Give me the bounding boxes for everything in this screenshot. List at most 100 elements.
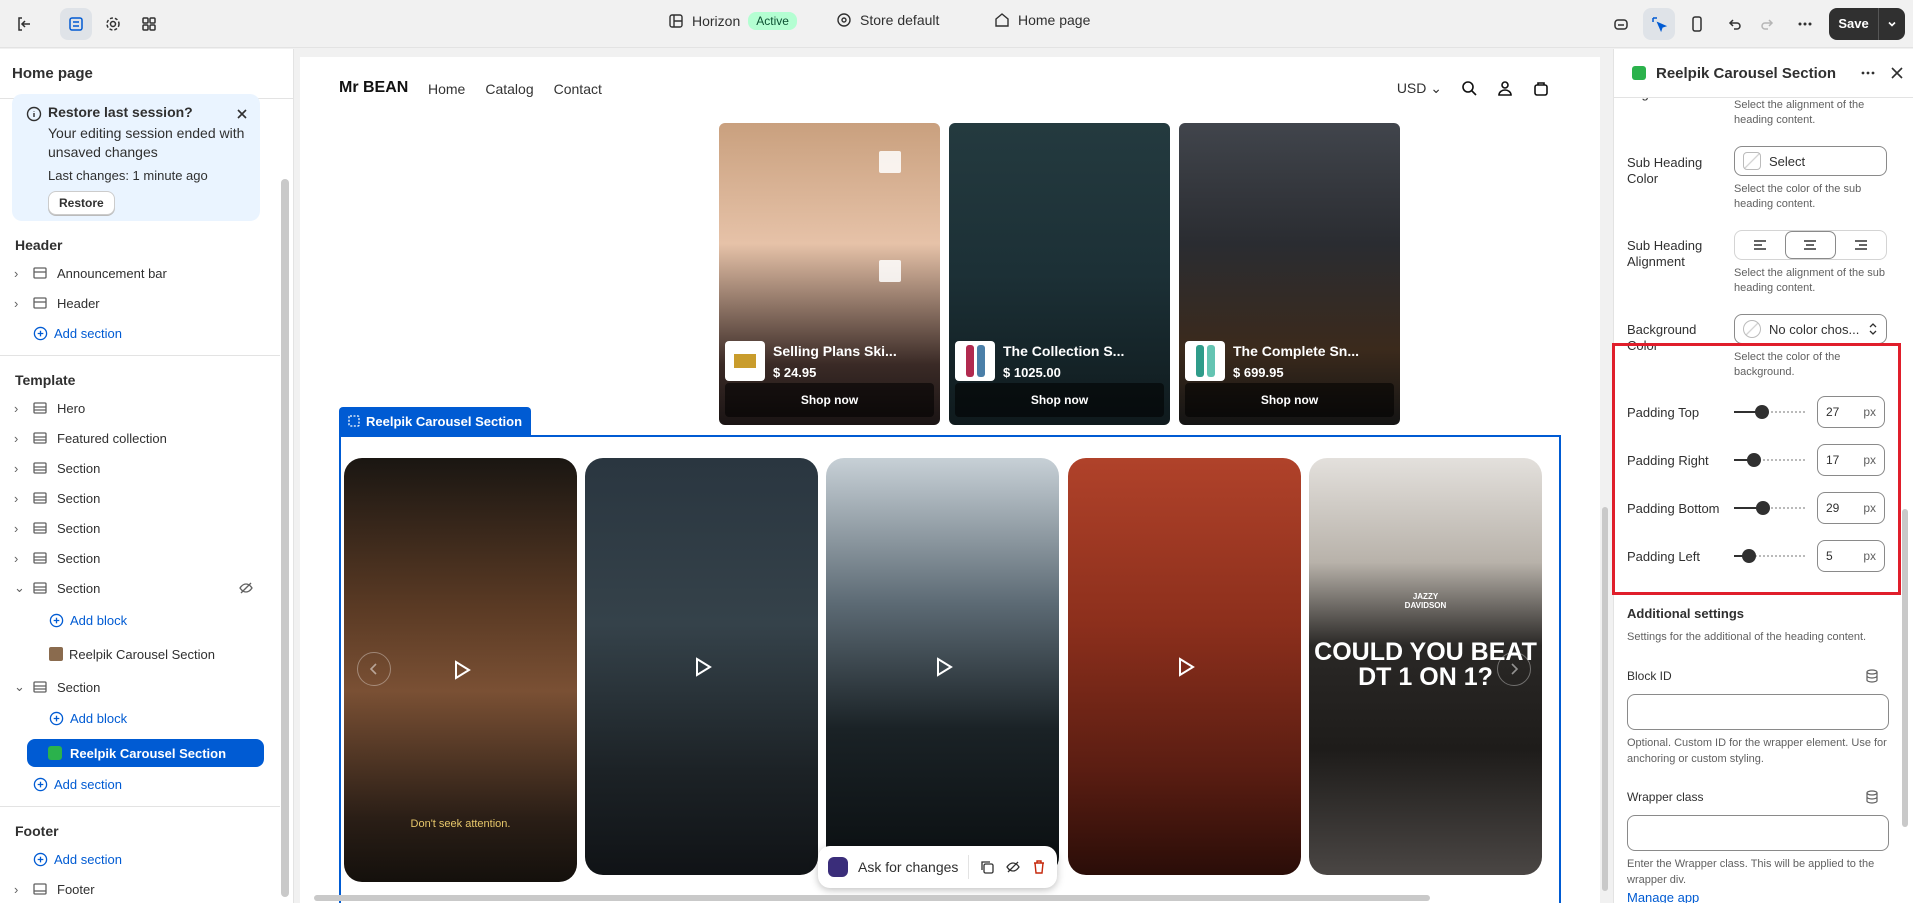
delete-trash-icon[interactable]	[1031, 859, 1047, 875]
save-button[interactable]: Save	[1829, 8, 1905, 40]
settings-gear-icon[interactable]	[97, 8, 129, 40]
add-section-label: Add section	[54, 776, 122, 792]
sidebar-item-section[interactable]: › Section	[0, 514, 280, 542]
add-section-button[interactable]: Add section	[0, 845, 280, 873]
restore-button[interactable]: Restore	[48, 191, 115, 215]
close-icon[interactable]	[234, 106, 250, 122]
product-price: $ 1025.00	[1003, 364, 1061, 380]
product-info: The Collection S... $ 1025.00	[955, 341, 1124, 381]
sidebar-item-header[interactable]: › Header	[0, 289, 280, 317]
play-icon[interactable]	[690, 655, 714, 679]
play-icon[interactable]	[931, 655, 955, 679]
sidebar-scrollbar[interactable]	[281, 119, 289, 899]
add-block-button[interactable]: Add block	[0, 704, 280, 732]
chevron-down-icon[interactable]	[1879, 18, 1905, 30]
preview-vertical-scrollbar[interactable]	[1600, 57, 1612, 893]
chevron-right-icon[interactable]: ›	[14, 401, 28, 416]
account-icon[interactable]	[1496, 79, 1514, 97]
chevron-right-icon[interactable]: ›	[14, 521, 28, 536]
nav-catalog[interactable]: Catalog	[485, 81, 533, 97]
chevron-right-icon[interactable]: ›	[14, 431, 28, 446]
sidebar-item-footer[interactable]: › Footer	[0, 875, 280, 903]
ask-for-changes-button[interactable]: Ask for changes	[858, 859, 958, 875]
select-cursor-icon[interactable]	[1643, 8, 1675, 40]
nav-contact[interactable]: Contact	[554, 81, 602, 97]
sidebar-item-section-expanded[interactable]: ⌄ Section	[0, 673, 280, 701]
product-video-card[interactable]: The Complete Sn... $ 699.95 Shop now	[1179, 123, 1400, 425]
align-left-button[interactable]	[1735, 231, 1785, 259]
more-menu-icon[interactable]	[1860, 65, 1876, 81]
block-id-input[interactable]	[1627, 694, 1889, 730]
chevron-right-icon[interactable]: ›	[14, 882, 28, 897]
store-selector[interactable]: Store default	[836, 12, 939, 28]
preview-horizontal-scrollbar[interactable]	[300, 893, 1600, 903]
cart-icon[interactable]	[1532, 79, 1550, 97]
align-right-button[interactable]	[1836, 231, 1886, 259]
align-center-button[interactable]	[1785, 231, 1836, 259]
chevron-down-icon[interactable]: ⌄	[14, 580, 28, 596]
search-icon[interactable]	[1460, 79, 1478, 97]
store-logo[interactable]: Mr BEAN	[339, 79, 408, 97]
product-video-card[interactable]: The Collection S... $ 1025.00 Shop now	[949, 123, 1170, 425]
reel-caption: Don't seek attention.	[410, 818, 511, 830]
sections-icon[interactable]	[60, 8, 92, 40]
manage-app-link[interactable]: Manage app	[1627, 890, 1699, 903]
subheading-color-picker[interactable]: Select	[1734, 146, 1887, 176]
sidebar-item-featured-collection[interactable]: › Featured collection	[0, 424, 280, 452]
dynamic-source-icon[interactable]	[1865, 790, 1879, 804]
sidebar-item-hero[interactable]: › Hero	[0, 394, 280, 422]
undo-icon[interactable]	[1719, 8, 1751, 40]
carousel-next-arrow[interactable]	[1497, 652, 1531, 686]
nav-home[interactable]: Home	[428, 81, 465, 97]
apps-icon[interactable]	[133, 8, 165, 40]
chevron-right-icon[interactable]: ›	[14, 266, 28, 281]
chevron-down-icon[interactable]: ⌄	[14, 679, 28, 695]
add-block-button[interactable]: Add block	[0, 606, 280, 634]
selected-section-tab[interactable]: Reelpik Carousel Section	[339, 407, 532, 435]
add-section-button[interactable]: Add section	[0, 319, 280, 347]
inspector-icon[interactable]	[1605, 8, 1637, 40]
mobile-view-icon[interactable]	[1681, 8, 1713, 40]
reel-video-card[interactable]	[1068, 458, 1301, 875]
app-block-icon	[1632, 66, 1646, 80]
sidebar-item-announcement-bar[interactable]: › Announcement bar	[0, 259, 280, 287]
shop-now-button[interactable]: Shop now	[1185, 383, 1394, 417]
page-label: Home page	[1018, 12, 1091, 28]
hide-eye-icon[interactable]	[1005, 859, 1021, 875]
reel-video-card[interactable]	[826, 458, 1059, 875]
hidden-eye-icon[interactable]	[238, 580, 254, 596]
play-icon[interactable]	[449, 658, 473, 682]
more-menu-icon[interactable]	[1789, 8, 1821, 40]
wrapper-class-input[interactable]	[1627, 815, 1889, 851]
block-id-label: Block ID	[1627, 669, 1672, 683]
chevron-right-icon[interactable]: ›	[14, 296, 28, 311]
theme-selector[interactable]: Horizon Active	[668, 12, 797, 30]
dynamic-source-icon[interactable]	[1865, 669, 1879, 683]
product-video-card[interactable]: Selling Plans Ski... $ 24.95 Shop now	[719, 123, 940, 425]
sidebar-item-section[interactable]: › Section	[0, 454, 280, 482]
carousel-prev-arrow[interactable]	[357, 652, 391, 686]
sidebar-item-section-expanded[interactable]: ⌄ Section	[0, 574, 280, 602]
sidebar-item-reelpik-block[interactable]: Reelpik Carousel Section	[0, 640, 280, 668]
play-icon[interactable]	[1173, 655, 1197, 679]
reel-video-card[interactable]	[585, 458, 818, 875]
add-block-label: Add block	[70, 612, 128, 628]
shop-now-button[interactable]: Shop now	[955, 383, 1164, 417]
sidebar-item-section[interactable]: › Section	[0, 484, 280, 512]
chevron-right-icon[interactable]: ›	[14, 551, 28, 566]
close-icon[interactable]	[1890, 66, 1904, 80]
additional-settings-help: Settings for the additional of the headi…	[1627, 631, 1867, 643]
redo-icon[interactable]	[1751, 8, 1783, 40]
currency-selector[interactable]: USD ⌄	[1397, 80, 1442, 97]
add-section-button[interactable]: Add section	[0, 770, 280, 798]
chevron-right-icon[interactable]: ›	[14, 461, 28, 476]
chevron-right-icon[interactable]: ›	[14, 491, 28, 506]
panel-scrollbar[interactable]	[1901, 99, 1909, 899]
bg-color-picker[interactable]: No color chos...	[1734, 314, 1887, 344]
sidebar-item-reelpik-selected[interactable]: Reelpik Carousel Section	[27, 739, 264, 767]
sidebar-item-section[interactable]: › Section	[0, 544, 280, 572]
exit-icon[interactable]	[8, 8, 40, 40]
duplicate-icon[interactable]	[979, 859, 995, 875]
shop-now-button[interactable]: Shop now	[725, 383, 934, 417]
page-selector[interactable]: Home page	[994, 12, 1090, 28]
